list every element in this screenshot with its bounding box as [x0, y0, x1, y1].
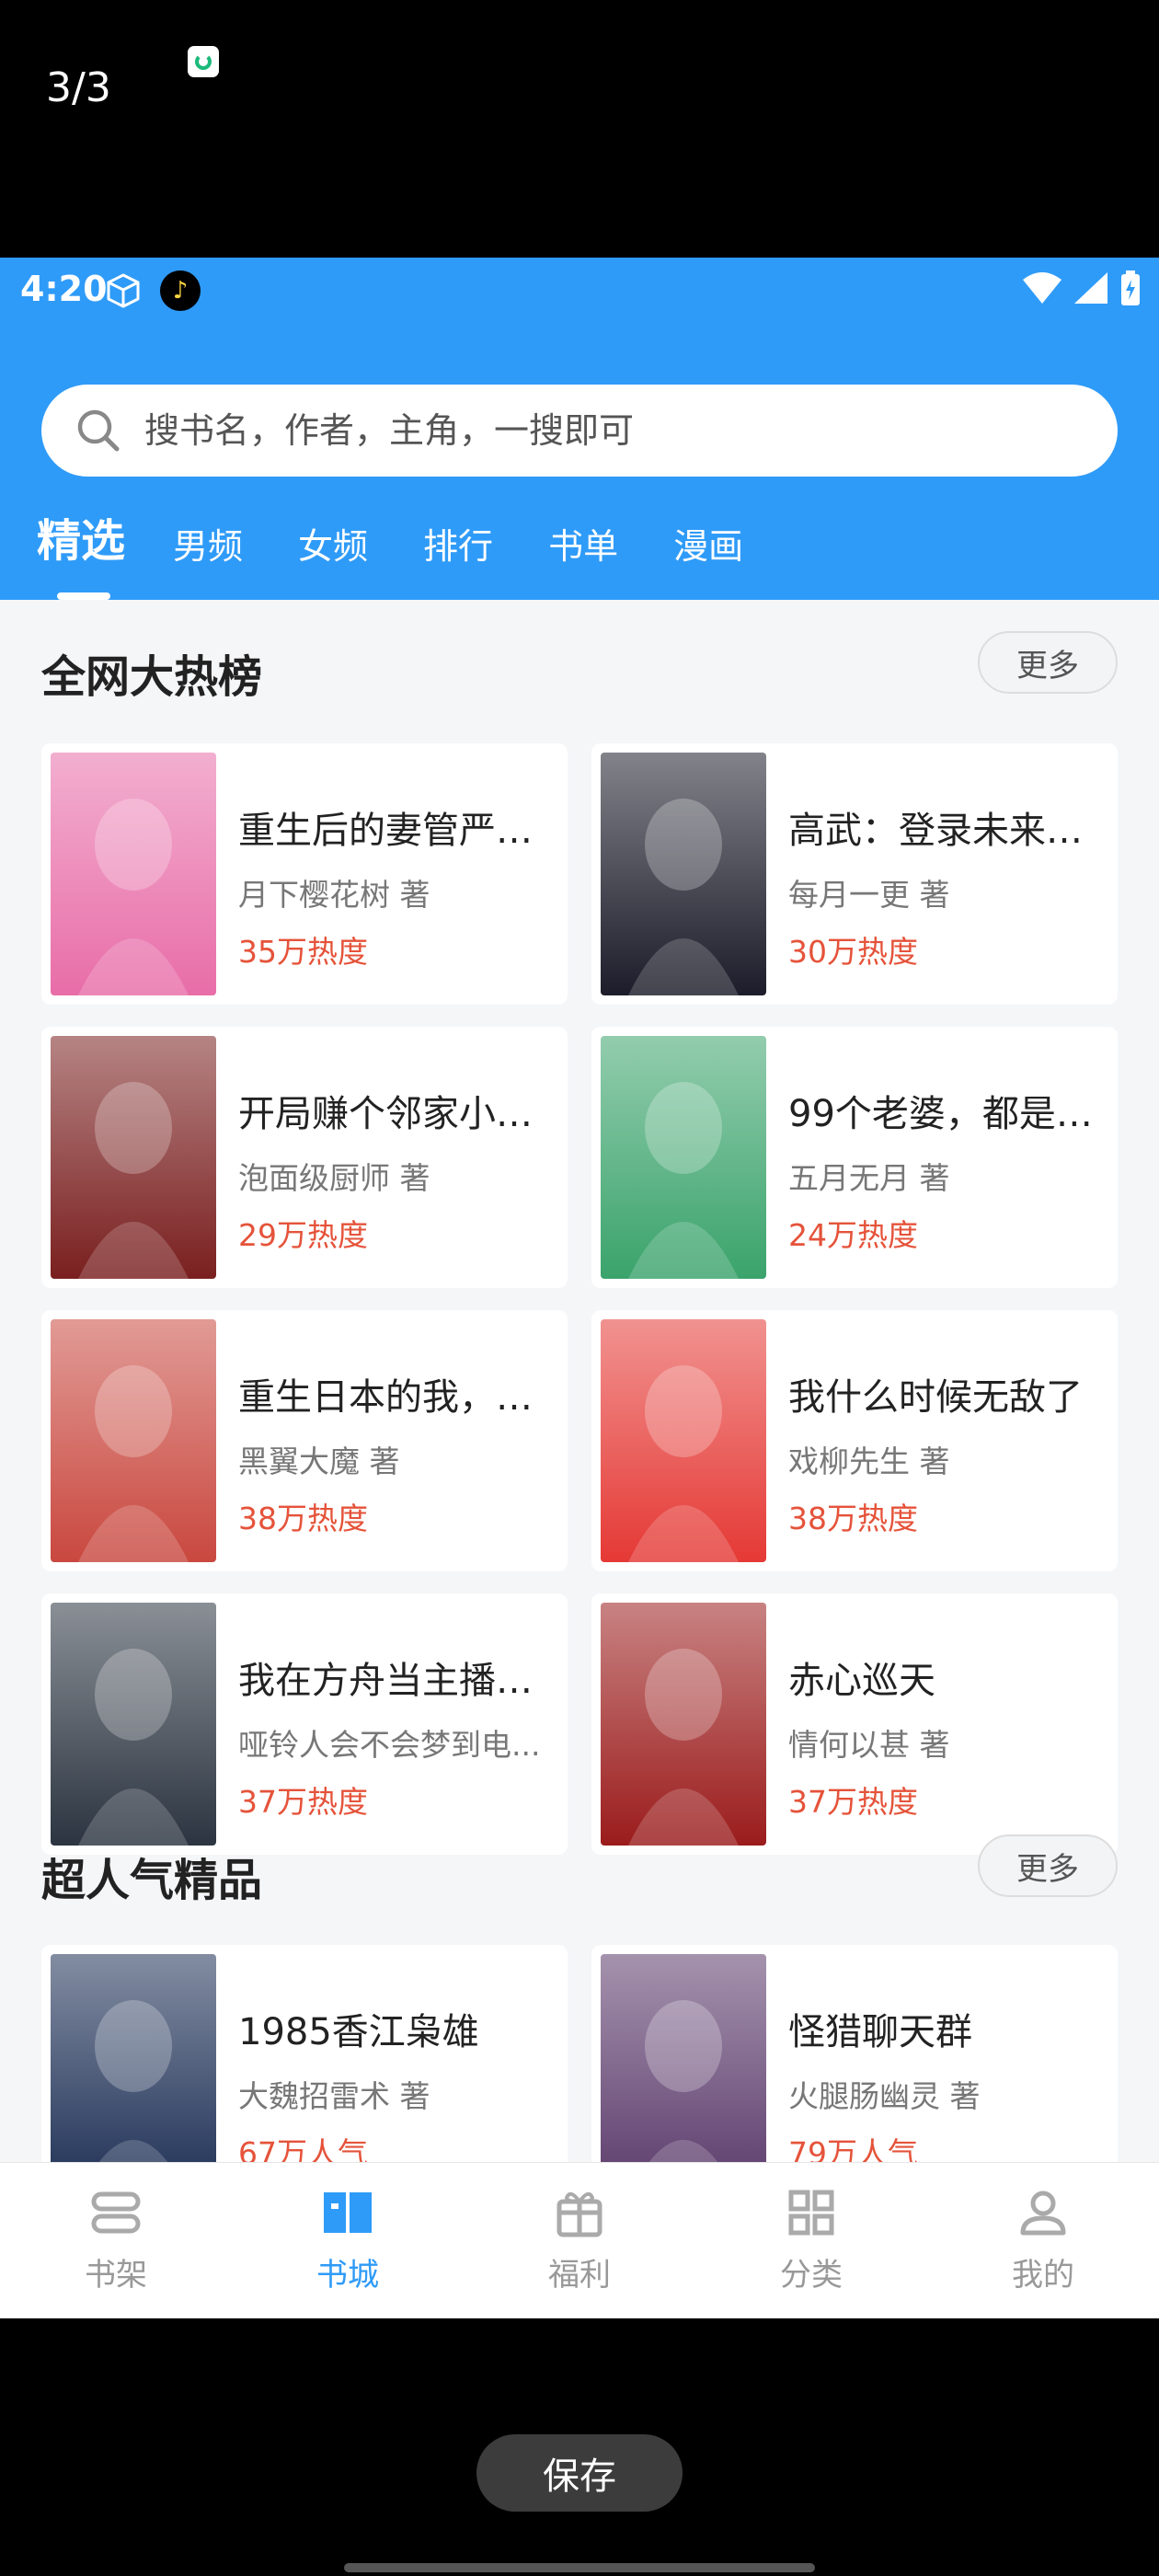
save-button[interactable]: 保存: [476, 2434, 683, 2512]
tab-featured[interactable]: 精选: [37, 504, 125, 600]
book-author: 火腿肠幽灵 著: [788, 2078, 981, 2114]
search-icon[interactable]: [73, 405, 124, 456]
header: 4:20 ♪ 精选 男频 女频 排行 书单 漫画: [0, 258, 1159, 600]
open-book-icon: [324, 2192, 372, 2233]
bottom-nav: 书架 书城 福利 分类 我的: [0, 2162, 1159, 2318]
book-cover[interactable]: [51, 1954, 216, 2182]
book-card[interactable]: 我在方舟当主播，... 哑铃人会不会梦到电... 37万热度: [41, 1593, 568, 1855]
search-bar[interactable]: [41, 385, 1118, 477]
book-author: 五月无月 著: [788, 1160, 950, 1196]
book-heat: 24万热度: [788, 1217, 918, 1253]
book-title: 我在方舟当主播，...: [238, 1660, 555, 1702]
bookshelf-icon: [91, 2191, 141, 2234]
nav-categories[interactable]: 分类: [695, 2163, 927, 2318]
book-author: 大魏招雷术 著: [238, 2078, 430, 2114]
book-card[interactable]: 开局赚个邻家小姐... 泡面级厨师 著 29万热度: [41, 1027, 568, 1288]
book-title: 怪猎聊天群: [788, 2011, 972, 2053]
category-tabs: 精选 男频 女频 排行 书单 漫画: [37, 504, 798, 600]
book-card[interactable]: 怪猎聊天群 火腿肠幽灵 著 79万人气: [591, 1945, 1118, 2182]
book-title: 高武：登录未来一...: [788, 810, 1105, 852]
phone-screen: 4:20 ♪ 精选 男频 女频 排行 书单 漫画: [0, 258, 1159, 2318]
book-title: 赤心巡天: [788, 1660, 935, 1702]
nav-label: 我的: [1012, 2257, 1074, 2294]
book-heat: 37万热度: [788, 1784, 918, 1820]
nav-bookshelf[interactable]: 书架: [0, 2163, 232, 2318]
signal-icon: [1074, 272, 1107, 304]
book-heat: 30万热度: [788, 934, 918, 970]
book-heat: 37万热度: [238, 1784, 368, 1820]
book-heat: 35万热度: [238, 934, 368, 970]
book-cover[interactable]: [601, 1036, 766, 1279]
book-author: 黑翼大魔 著: [238, 1443, 400, 1479]
battery-icon: [1121, 270, 1140, 305]
gesture-bar: [344, 2563, 815, 2572]
image-counter: 3/3: [46, 64, 111, 111]
book-cover[interactable]: [601, 1319, 766, 1562]
status-bar: 4:20 ♪: [0, 258, 1159, 318]
book-title: 1985香江枭雄: [238, 2011, 479, 2053]
book-title: 我什么时候无敌了: [788, 1376, 1083, 1419]
nav-label: 福利: [548, 2257, 611, 2294]
tab-ranking[interactable]: 排行: [423, 518, 493, 578]
nav-profile[interactable]: 我的: [927, 2163, 1159, 2318]
nav-bookstore[interactable]: 书城: [232, 2163, 464, 2318]
book-cover[interactable]: [601, 753, 766, 995]
book-author: 戏柳先生 著: [788, 1443, 950, 1479]
wifi-icon: [1023, 272, 1061, 304]
nav-label: 书架: [85, 2257, 147, 2294]
tab-male[interactable]: 男频: [173, 518, 243, 578]
book-cover[interactable]: [51, 1603, 216, 1846]
book-author: 月下樱花树 著: [238, 877, 430, 913]
tab-female[interactable]: 女频: [298, 518, 368, 578]
book-title: 99个老婆，都是我...: [788, 1093, 1105, 1135]
main-content[interactable]: 全网大热榜 更多 重生后的妻管严生... 月下樱花树 著 35万热度 高武：登录…: [0, 600, 1159, 2182]
tab-booklist[interactable]: 书单: [548, 518, 618, 578]
book-title: 开局赚个邻家小姐...: [238, 1093, 555, 1135]
nav-rewards[interactable]: 福利: [464, 2163, 695, 2318]
book-card[interactable]: 高武：登录未来一... 每月一更 著 30万热度: [591, 743, 1118, 1005]
book-heat: 38万热度: [788, 1501, 918, 1536]
book-cover[interactable]: [51, 1036, 216, 1279]
section-title: 全网大热榜: [41, 651, 263, 703]
more-button[interactable]: 更多: [978, 1834, 1118, 1897]
grid-icon: [788, 2190, 834, 2236]
cube-icon: [107, 273, 140, 308]
book-author: 哑铃人会不会梦到电...: [238, 1727, 541, 1763]
book-card[interactable]: 重生日本的我，在... 黑翼大魔 著 38万热度: [41, 1310, 568, 1571]
search-input[interactable]: [144, 410, 972, 451]
section-header-popular: 超人气精品 更多: [41, 1834, 1118, 1906]
book-card[interactable]: 1985香江枭雄 大魏招雷术 著 67万人气: [41, 1945, 568, 2182]
status-time: 4:20: [20, 269, 108, 309]
book-card[interactable]: 我什么时候无敌了 戏柳先生 著 38万热度: [591, 1310, 1118, 1571]
book-card[interactable]: 赤心巡天 情何以甚 著 37万热度: [591, 1593, 1118, 1855]
book-heat: 29万热度: [238, 1217, 368, 1253]
section-header-hot: 全网大热榜 更多: [41, 631, 1118, 703]
nav-label: 书城: [316, 2257, 379, 2294]
book-card[interactable]: 99个老婆，都是我... 五月无月 著 24万热度: [591, 1027, 1118, 1288]
book-author: 情何以甚 著: [788, 1727, 950, 1763]
book-title: 重生日本的我，在...: [238, 1376, 555, 1419]
book-cover[interactable]: [601, 1954, 766, 2182]
app-notification-icon: [188, 46, 219, 77]
music-app-icon: ♪: [160, 270, 201, 311]
book-title: 重生后的妻管严生...: [238, 810, 555, 852]
gift-icon: [557, 2191, 602, 2237]
book-cover[interactable]: [51, 1319, 216, 1562]
book-heat: 38万热度: [238, 1501, 368, 1536]
more-button[interactable]: 更多: [978, 631, 1118, 694]
book-card[interactable]: 重生后的妻管严生... 月下樱花树 著 35万热度: [41, 743, 568, 1005]
book-cover[interactable]: [601, 1603, 766, 1846]
tab-comics[interactable]: 漫画: [673, 518, 743, 578]
book-author: 泡面级厨师 著: [238, 1160, 430, 1196]
nav-label: 分类: [780, 2257, 843, 2294]
user-icon: [1020, 2191, 1066, 2236]
book-author: 每月一更 著: [788, 877, 950, 913]
book-cover[interactable]: [51, 753, 216, 995]
section-title: 超人气精品: [41, 1855, 263, 1906]
